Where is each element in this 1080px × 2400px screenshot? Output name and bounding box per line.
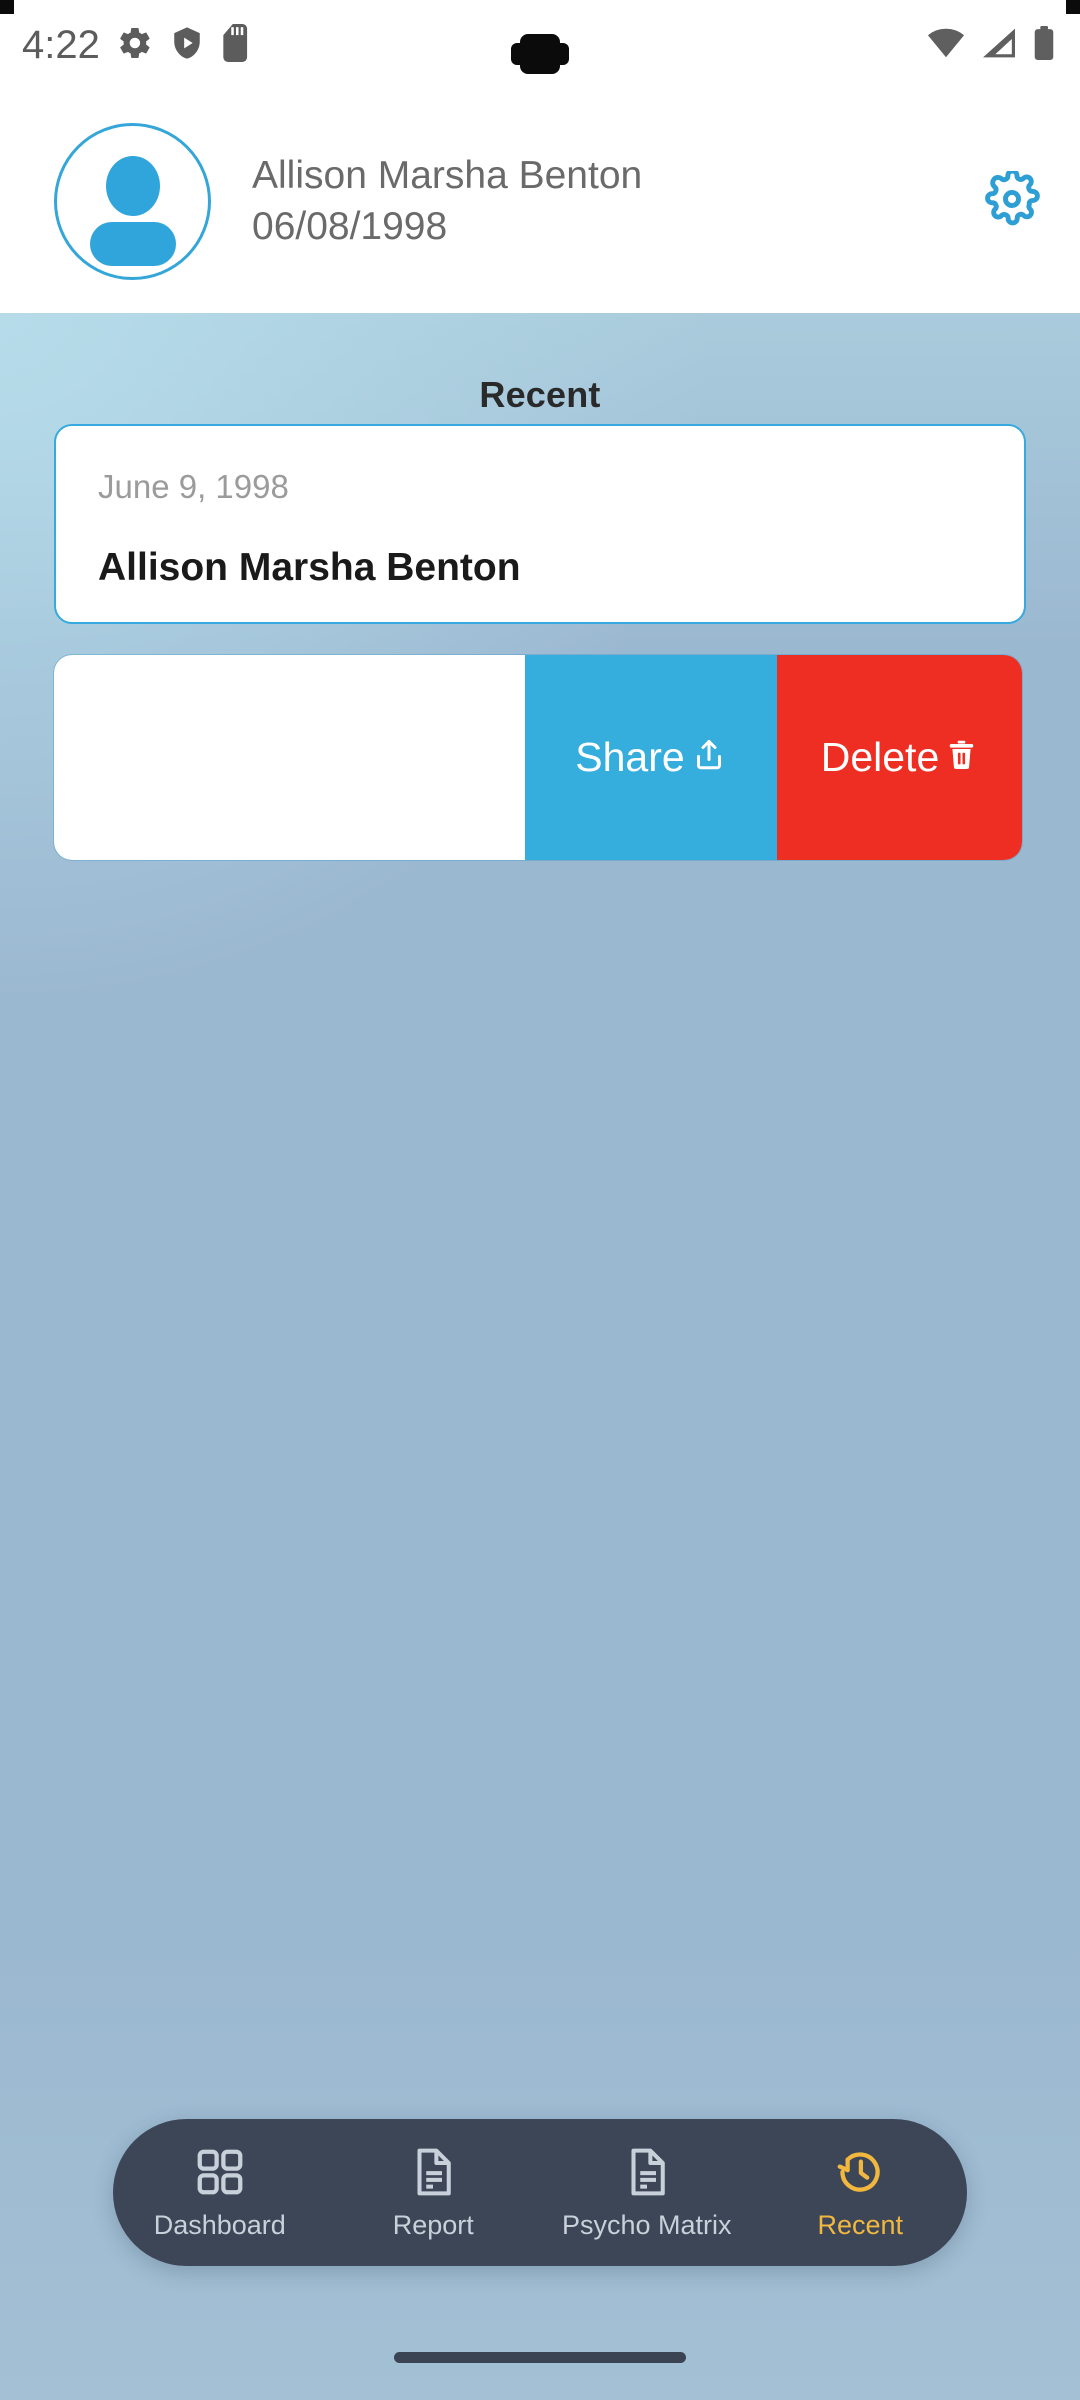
battery-icon: [1033, 25, 1055, 65]
recent-record-card[interactable]: June 9, 1998 Allison Marsha Benton: [54, 424, 1026, 624]
grid-icon: [193, 2145, 247, 2201]
nav-label-recent: Recent: [817, 2209, 904, 2240]
swipe-action-row[interactable]: Share Delete: [54, 655, 1022, 860]
person-avatar-icon-body: [89, 222, 176, 266]
play-protect-shield-icon: [170, 25, 204, 66]
record-date: June 9, 1998: [98, 468, 289, 505]
gear-icon: [984, 168, 1040, 232]
document-icon: [406, 2145, 460, 2201]
cellular-signal-icon: [981, 27, 1017, 64]
profile-header: Allison Marsha Benton 06/08/1998: [0, 90, 1080, 313]
page-title: Recent: [479, 374, 601, 415]
swiped-record-panel[interactable]: [54, 655, 525, 860]
home-indicator[interactable]: [394, 2352, 686, 2363]
share-upload-icon: [691, 736, 727, 779]
sd-card-icon: [221, 23, 251, 67]
nav-item-recent[interactable]: Recent: [765, 2145, 955, 2241]
share-button-label: Share: [575, 734, 685, 780]
avatar[interactable]: [54, 123, 211, 280]
trash-icon: [945, 736, 978, 779]
nav-label-dashboard: Dashboard: [153, 2209, 286, 2240]
bottom-navigation-bar: Dashboard Report Psycho Matrix Recent: [113, 2119, 967, 2266]
record-name: Allison Marsha Benton: [98, 546, 521, 589]
nav-label-psycho-matrix: Psycho Matrix: [561, 2209, 732, 2240]
profile-name: Allison Marsha Benton: [252, 154, 643, 198]
nav-item-report[interactable]: Report: [338, 2145, 528, 2241]
screen-corner-top-left: [0, 0, 14, 14]
delete-button[interactable]: Delete: [777, 655, 1022, 860]
document-icon: [620, 2145, 674, 2201]
nav-item-dashboard[interactable]: Dashboard: [125, 2145, 315, 2241]
share-button[interactable]: Share: [525, 655, 777, 860]
wifi-icon: [927, 27, 965, 64]
profile-text-group: Allison Marsha Benton 06/08/1998: [252, 154, 642, 248]
delete-button-label: Delete: [820, 734, 940, 780]
screen-corner-top-right: [1066, 0, 1080, 14]
settings-button[interactable]: [976, 166, 1048, 238]
profile-dob: 06/08/1998: [252, 205, 448, 248]
history-clock-icon: [833, 2145, 887, 2201]
camera-notch: [511, 34, 569, 74]
nav-label-report: Report: [392, 2209, 474, 2240]
gear-icon: [117, 25, 153, 66]
status-bar-right-group: [927, 0, 1055, 90]
status-bar-clock: 4:22: [22, 23, 100, 67]
status-bar-left-group: 4:22: [22, 0, 251, 90]
nav-item-psycho-matrix[interactable]: Psycho Matrix: [552, 2145, 742, 2241]
person-avatar-icon-head: [105, 156, 160, 216]
app-background: [0, 313, 1080, 2400]
